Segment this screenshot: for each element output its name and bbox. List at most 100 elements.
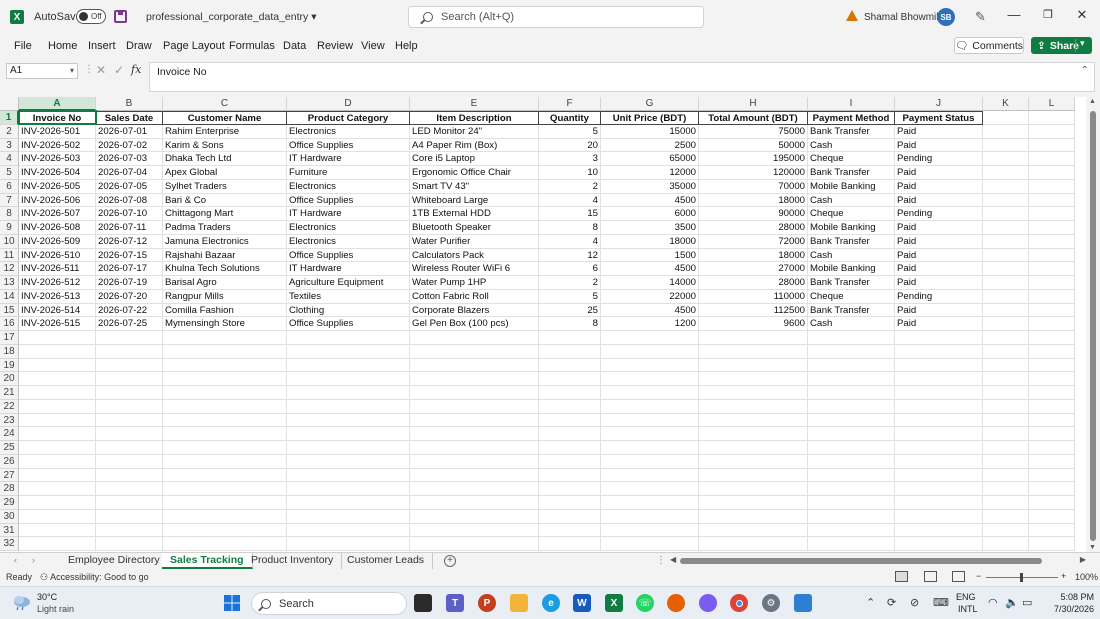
column-header-d[interactable]: D xyxy=(287,97,410,111)
cell[interactable]: 2026-07-17 xyxy=(96,262,163,276)
taskbar-search-input[interactable]: Search xyxy=(251,592,407,615)
cell[interactable] xyxy=(287,427,410,441)
cell[interactable] xyxy=(1029,317,1075,331)
column-header-l[interactable]: L xyxy=(1029,97,1075,111)
cell[interactable]: 8 xyxy=(539,317,601,331)
cell[interactable] xyxy=(983,138,1029,153)
cell[interactable]: 2026-07-08 xyxy=(96,193,163,208)
insert-function-icon[interactable]: fx xyxy=(131,63,141,76)
cell[interactable] xyxy=(699,331,808,345)
cell[interactable] xyxy=(19,537,96,551)
cell[interactable]: Core i5 Laptop xyxy=(410,152,539,166)
cell[interactable] xyxy=(983,386,1029,400)
cell[interactable]: Barisal Agro xyxy=(163,276,287,290)
cell[interactable] xyxy=(1029,496,1075,510)
cell[interactable] xyxy=(287,331,410,345)
cell[interactable] xyxy=(1029,248,1075,263)
cell[interactable]: Item Description xyxy=(410,111,539,125)
cell[interactable]: Pending xyxy=(895,207,983,221)
cell[interactable]: Bank Transfer xyxy=(808,234,895,249)
column-header-c[interactable]: C xyxy=(163,97,287,111)
cell[interactable] xyxy=(983,262,1029,276)
spreadsheet-grid[interactable]: ABCDEFGHIJKL 1 2 3 4 5 6 7 8 9 10 11 12 13 14 15 16 17 18… xyxy=(0,97,1100,552)
row-header-26[interactable]: 26 xyxy=(0,454,19,469)
language-indicator[interactable]: ENG xyxy=(956,592,976,602)
cell[interactable] xyxy=(539,399,601,414)
zoom-in-icon[interactable]: + xyxy=(1061,571,1066,581)
cell[interactable] xyxy=(1029,234,1075,249)
powerpoint-icon[interactable]: P xyxy=(478,594,496,612)
cell[interactable] xyxy=(163,372,287,386)
row-header-17[interactable]: 17 xyxy=(0,331,19,345)
cell[interactable] xyxy=(808,372,895,386)
row-header-31[interactable]: 31 xyxy=(0,523,19,538)
cell[interactable]: Gel Pen Box (100 pcs) xyxy=(410,317,539,331)
cell[interactable] xyxy=(96,386,163,400)
cell[interactable]: Bank Transfer xyxy=(808,276,895,290)
cell[interactable]: Office Supplies xyxy=(287,248,410,263)
cell[interactable]: 15000 xyxy=(601,124,699,139)
cell[interactable] xyxy=(895,509,983,524)
sheet-tab-customer-leads[interactable]: Customer Leads xyxy=(339,553,434,569)
cell[interactable]: Rahim Enterprise xyxy=(163,124,287,139)
cell[interactable] xyxy=(410,372,539,386)
cell[interactable] xyxy=(699,413,808,428)
cell[interactable] xyxy=(19,509,96,524)
scroll-left-icon[interactable]: ◀ xyxy=(670,555,676,564)
cell[interactable]: Pending xyxy=(895,289,983,304)
cell[interactable]: 5 xyxy=(539,289,601,304)
cell[interactable]: 2026-07-04 xyxy=(96,166,163,180)
cell[interactable]: IT Hardware xyxy=(287,207,410,221)
cell[interactable]: Chittagong Mart xyxy=(163,207,287,221)
cell[interactable] xyxy=(1029,358,1075,373)
cell[interactable]: INV-2026-501 xyxy=(19,124,96,139)
cell[interactable] xyxy=(983,427,1029,441)
cell[interactable]: 12 xyxy=(539,248,601,263)
cell[interactable]: Cash xyxy=(808,138,895,153)
cell[interactable] xyxy=(983,207,1029,221)
cell[interactable]: Rajshahi Bazaar xyxy=(163,248,287,263)
cell[interactable]: 75000 xyxy=(699,124,808,139)
cell[interactable] xyxy=(96,427,163,441)
windows-start-icon[interactable] xyxy=(223,594,241,612)
cell[interactable] xyxy=(699,523,808,538)
cell[interactable] xyxy=(1029,537,1075,551)
cell[interactable]: Paid xyxy=(895,179,983,194)
vertical-scrollbar[interactable]: ▲ ▼ xyxy=(1086,97,1100,552)
user-name[interactable]: Shamal Bhowmik xyxy=(864,12,941,23)
cell[interactable]: 18000 xyxy=(601,234,699,249)
cell[interactable] xyxy=(699,386,808,400)
cell[interactable]: Electronics xyxy=(287,124,410,139)
horizontal-scroll-thumb[interactable] xyxy=(680,558,1042,564)
cell[interactable]: 5 xyxy=(539,124,601,139)
cell[interactable]: Paid xyxy=(895,248,983,263)
cell[interactable] xyxy=(601,344,699,359)
firefox-icon[interactable] xyxy=(667,594,685,612)
file-viewer-icon[interactable] xyxy=(414,594,432,612)
cell[interactable]: Cheque xyxy=(808,207,895,221)
cell[interactable] xyxy=(410,441,539,455)
cell[interactable]: Mobile Banking xyxy=(808,179,895,194)
chevron-down-icon[interactable]: ▾ xyxy=(70,64,74,78)
sheet-tab-product-inventory[interactable]: Product Inventory xyxy=(243,553,343,569)
sheet-tab-employee-directory[interactable]: Employee Directory xyxy=(60,553,169,569)
row-header-21[interactable]: 21 xyxy=(0,386,19,400)
row-header-13[interactable]: 13 xyxy=(0,276,19,290)
cell[interactable] xyxy=(699,427,808,441)
cell[interactable] xyxy=(19,344,96,359)
cell[interactable]: Office Supplies xyxy=(287,317,410,331)
cell[interactable] xyxy=(163,454,287,469)
cell[interactable] xyxy=(539,413,601,428)
name-box[interactable]: A1 ▾ xyxy=(6,63,78,79)
cell[interactable]: 2026-07-02 xyxy=(96,138,163,153)
cell[interactable] xyxy=(19,496,96,510)
pen-icon[interactable]: ✎ xyxy=(975,9,986,25)
cell[interactable] xyxy=(1029,289,1075,304)
cell[interactable] xyxy=(601,427,699,441)
sheet-tab-sales-tracking[interactable]: Sales Tracking xyxy=(162,553,253,569)
cell[interactable] xyxy=(983,221,1029,235)
cell[interactable]: Pending xyxy=(895,152,983,166)
cell[interactable]: Paid xyxy=(895,166,983,180)
zoom-out-icon[interactable]: − xyxy=(976,571,981,581)
cell[interactable] xyxy=(19,427,96,441)
